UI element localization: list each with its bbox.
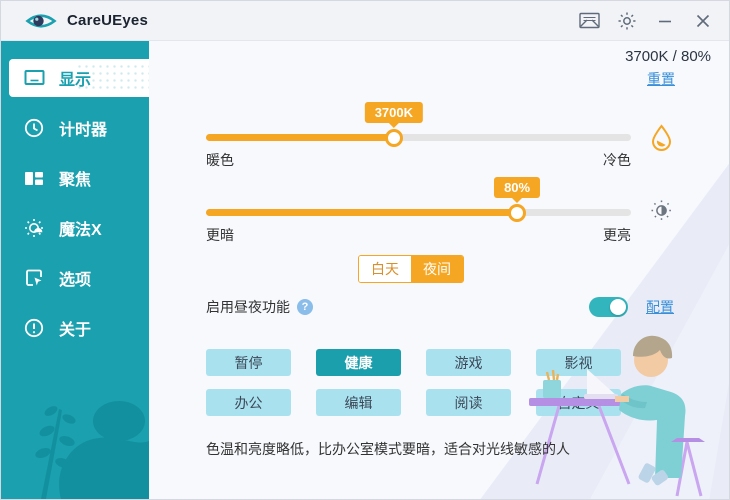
options-cursor-icon xyxy=(23,267,45,289)
day-night-segmented-control: 白天 夜间 xyxy=(358,255,464,283)
temp-slider-fill xyxy=(206,134,394,141)
preset-button[interactable]: 办公 xyxy=(206,389,291,416)
brightness-slider-tooltip: 80% xyxy=(494,177,540,198)
app-logo-eye-icon xyxy=(25,10,57,32)
brightness-slider-fill xyxy=(206,209,517,216)
preset-button[interactable]: 编辑 xyxy=(316,389,401,416)
cold-label: 冷色 xyxy=(603,150,631,170)
sidebar: 显示 计时器 聚焦 xyxy=(1,41,149,499)
sidebar-item-timer[interactable]: 计时器 xyxy=(1,109,149,147)
sidebar-item-label: 显示 xyxy=(59,66,91,90)
preset-button[interactable]: 暂停 xyxy=(206,349,291,376)
sidebar-item-label: 魔法X xyxy=(59,216,102,240)
mail-icon[interactable] xyxy=(577,9,601,33)
sidebar-item-options[interactable]: 选项 xyxy=(1,259,149,297)
minimize-icon[interactable] xyxy=(653,9,677,33)
sidebar-item-about[interactable]: 关于 xyxy=(1,309,149,347)
sidebar-item-display[interactable]: 显示 xyxy=(9,59,149,97)
plant-silhouette-decoration xyxy=(1,349,149,499)
reset-link[interactable]: 重置 xyxy=(647,69,675,89)
sidebar-item-label: 计时器 xyxy=(59,116,107,140)
titlebar-controls xyxy=(577,9,715,33)
magic-sun-icon xyxy=(23,217,45,239)
settings-gear-icon[interactable] xyxy=(615,9,639,33)
clock-icon xyxy=(23,117,45,139)
brighter-label: 更亮 xyxy=(603,225,631,245)
temp-slider-tooltip: 3700K xyxy=(365,102,423,123)
warm-label: 暖色 xyxy=(206,150,234,170)
preset-button[interactable]: 游戏 xyxy=(426,349,511,376)
toggle-knob xyxy=(610,299,626,315)
configure-link[interactable]: 配置 xyxy=(646,297,674,317)
preset-description: 色温和亮度略低，比办公室模式要暗，适合对光线敏感的人 xyxy=(206,439,570,459)
current-values-readout: 3700K / 80% xyxy=(625,48,711,65)
darker-label: 更暗 xyxy=(206,225,234,245)
sidebar-item-label: 选项 xyxy=(59,266,91,290)
preset-grid: 暂停 健康 游戏 影视 办公 编辑 阅读 自定义 xyxy=(206,349,621,416)
careueyes-window: CareUEyes xyxy=(0,0,730,500)
temp-slider-handle[interactable] xyxy=(385,129,403,147)
brightness-slider-labels: 更暗 更亮 xyxy=(206,225,631,245)
preset-button[interactable]: 自定义 xyxy=(536,389,621,416)
sidebar-item-magic[interactable]: 魔法X xyxy=(1,209,149,247)
day-mode-button[interactable]: 白天 xyxy=(359,256,411,282)
night-mode-button[interactable]: 夜间 xyxy=(411,256,463,282)
preset-button[interactable]: 影视 xyxy=(536,349,621,376)
sidebar-item-label: 关于 xyxy=(59,316,91,340)
day-night-schedule-row: 启用昼夜功能 ? 配置 xyxy=(206,297,674,317)
monitor-icon xyxy=(23,67,45,89)
sidebar-item-focus[interactable]: 聚焦 xyxy=(1,159,149,197)
brightness-slider-handle[interactable] xyxy=(508,204,526,222)
about-icon xyxy=(23,317,45,339)
brightness-contrast-icon[interactable] xyxy=(650,199,673,227)
help-icon[interactable]: ? xyxy=(297,299,313,315)
display-panel: 3700K / 80% 重置 3700K 暖色 冷色 80% xyxy=(149,41,729,499)
sidebar-item-label: 聚焦 xyxy=(59,166,91,190)
app-title: CareUEyes xyxy=(67,12,148,29)
titlebar: CareUEyes xyxy=(1,1,729,41)
sidebar-menu: 显示 计时器 聚焦 xyxy=(1,41,149,347)
temp-slider-labels: 暖色 冷色 xyxy=(206,150,631,170)
color-temperature-droplet-icon[interactable] xyxy=(650,124,673,156)
focus-panes-icon xyxy=(23,167,45,189)
schedule-feature-label: 启用昼夜功能 xyxy=(206,297,290,317)
close-icon[interactable] xyxy=(691,9,715,33)
preset-button[interactable]: 阅读 xyxy=(426,389,511,416)
preset-button[interactable]: 健康 xyxy=(316,349,401,376)
schedule-toggle-switch[interactable] xyxy=(589,297,628,317)
brightness-slider-track[interactable] xyxy=(206,209,631,216)
temp-slider-track[interactable] xyxy=(206,134,631,141)
